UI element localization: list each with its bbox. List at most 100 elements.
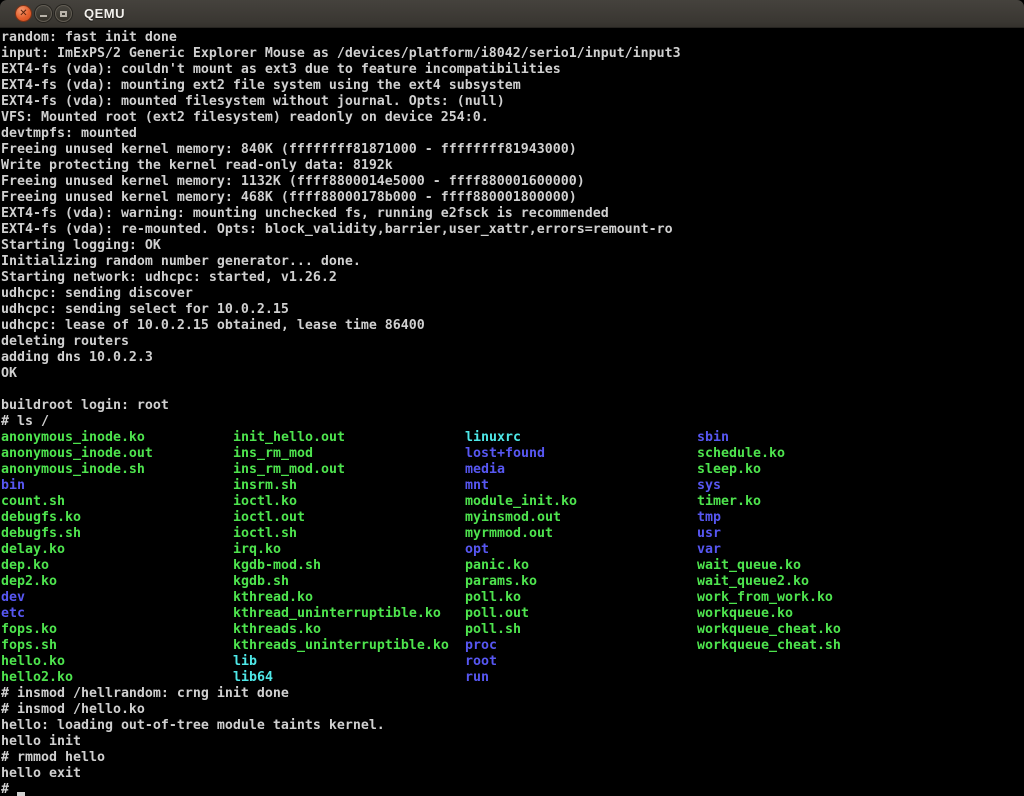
- minimize-button[interactable]: [35, 5, 52, 22]
- file-entry: insrm.sh: [233, 478, 465, 494]
- file-entry: poll.ko: [465, 590, 697, 606]
- terminal-line: EXT4-fs (vda): mounting ext2 file system…: [1, 78, 1024, 94]
- file-entry: poll.out: [465, 606, 697, 622]
- terminal-line: hello: loading out-of-tree module taints…: [1, 718, 1024, 734]
- terminal-line: VFS: Mounted root (ext2 filesystem) read…: [1, 110, 1024, 126]
- file-listing-row: anonymous_inode.shins_rm_mod.outmediasle…: [1, 462, 1024, 478]
- file-entry: kgdb.sh: [233, 574, 465, 590]
- file-listing-row: bininsrm.shmntsys: [1, 478, 1024, 494]
- file-entry: params.ko: [465, 574, 697, 590]
- file-entry: kgdb-mod.sh: [233, 558, 465, 574]
- file-entry: timer.ko: [697, 494, 929, 510]
- terminal-line: devtmpfs: mounted: [1, 126, 1024, 142]
- file-entry: ioctl.sh: [233, 526, 465, 542]
- file-entry: proc: [465, 638, 697, 654]
- close-button[interactable]: ✕: [15, 5, 32, 22]
- prompt-line: #: [1, 782, 1024, 796]
- terminal-cursor: [17, 792, 25, 796]
- file-entry: ioctl.out: [233, 510, 465, 526]
- terminal-line: OK: [1, 366, 1024, 382]
- file-entry: tmp: [697, 510, 929, 526]
- file-entry: init_hello.out: [233, 430, 465, 446]
- file-entry: workqueue.ko: [697, 606, 929, 622]
- file-listing-row: devkthread.kopoll.kowork_from_work.ko: [1, 590, 1024, 606]
- terminal-line: buildroot login: root: [1, 398, 1024, 414]
- file-listing-row: count.shioctl.komodule_init.kotimer.ko: [1, 494, 1024, 510]
- file-entry: wait_queue.ko: [697, 558, 929, 574]
- file-entry: panic.ko: [465, 558, 697, 574]
- maximize-button[interactable]: [55, 5, 72, 22]
- terminal-line: EXT4-fs (vda): mounted filesystem withou…: [1, 94, 1024, 110]
- file-entry: lost+found: [465, 446, 697, 462]
- file-entry: fops.ko: [1, 622, 233, 638]
- file-entry: dev: [1, 590, 233, 606]
- file-entry: linuxrc: [465, 430, 697, 446]
- terminal-line: adding dns 10.0.2.3: [1, 350, 1024, 366]
- file-listing-row: dep.kokgdb-mod.shpanic.kowait_queue.ko: [1, 558, 1024, 574]
- terminal-line: # insmod /hello.ko: [1, 702, 1024, 718]
- file-entry: kthread_uninterruptible.ko: [233, 606, 465, 622]
- terminal-line: Freeing unused kernel memory: 840K (ffff…: [1, 142, 1024, 158]
- file-entry: opt: [465, 542, 697, 558]
- terminal-line: udhcpc: lease of 10.0.2.15 obtained, lea…: [1, 318, 1024, 334]
- file-listing-row: anonymous_inode.koinit_hello.outlinuxrcs…: [1, 430, 1024, 446]
- file-listing-row: etckthread_uninterruptible.kopoll.outwor…: [1, 606, 1024, 622]
- file-entry: wait_queue2.ko: [697, 574, 929, 590]
- shell-output: # insmod /hellrandom: crng init done# in…: [1, 686, 1024, 782]
- terminal-line: [1, 382, 1024, 398]
- terminal-line: udhcpc: sending select for 10.0.2.15: [1, 302, 1024, 318]
- file-entry: count.sh: [1, 494, 233, 510]
- file-entry: dep.ko: [1, 558, 233, 574]
- file-entry: workqueue_cheat.sh: [697, 638, 929, 654]
- file-entry: lib64: [233, 670, 465, 686]
- titlebar: ✕ QEMU: [0, 0, 1024, 28]
- shell-prompt: #: [1, 782, 17, 796]
- terminal-line: input: ImExPS/2 Generic Explorer Mouse a…: [1, 46, 1024, 62]
- file-entry: kthreads_uninterruptible.ko: [233, 638, 465, 654]
- file-entry: dep2.ko: [1, 574, 233, 590]
- file-entry: var: [697, 542, 929, 558]
- file-entry: kthreads.ko: [233, 622, 465, 638]
- file-entry: etc: [1, 606, 233, 622]
- file-entry: myinsmod.out: [465, 510, 697, 526]
- file-entry: debugfs.ko: [1, 510, 233, 526]
- minimize-icon: [40, 15, 47, 17]
- file-entry: media: [465, 462, 697, 478]
- file-listing: anonymous_inode.koinit_hello.outlinuxrcs…: [1, 430, 1024, 686]
- file-entry: root: [465, 654, 697, 670]
- file-entry: hello2.ko: [1, 670, 233, 686]
- file-listing-row: fops.shkthreads_uninterruptible.koprocwo…: [1, 638, 1024, 654]
- window-title: QEMU: [84, 6, 125, 21]
- file-entry: kthread.ko: [233, 590, 465, 606]
- file-listing-row: delay.koirq.kooptvar: [1, 542, 1024, 558]
- maximize-icon: [60, 11, 67, 17]
- terminal-line: # insmod /hellrandom: crng init done: [1, 686, 1024, 702]
- file-listing-row: dep2.kokgdb.shparams.kowait_queue2.ko: [1, 574, 1024, 590]
- file-entry: ins_rm_mod: [233, 446, 465, 462]
- file-entry: hello.ko: [1, 654, 233, 670]
- file-entry: ins_rm_mod.out: [233, 462, 465, 478]
- terminal-line: Freeing unused kernel memory: 1132K (fff…: [1, 174, 1024, 190]
- file-entry: module_init.ko: [465, 494, 697, 510]
- file-entry: anonymous_inode.out: [1, 446, 233, 462]
- file-entry: myrmmod.out: [465, 526, 697, 542]
- terminal-line: Starting logging: OK: [1, 238, 1024, 254]
- qemu-window: ✕ QEMU random: fast init doneinput: ImEx…: [0, 0, 1024, 796]
- file-entry: sbin: [697, 430, 929, 446]
- terminal-line: hello exit: [1, 766, 1024, 782]
- file-entry: lib: [233, 654, 465, 670]
- file-listing-row: debugfs.koioctl.outmyinsmod.outtmp: [1, 510, 1024, 526]
- file-entry: ioctl.ko: [233, 494, 465, 510]
- terminal-line: Write protecting the kernel read-only da…: [1, 158, 1024, 174]
- file-entry: anonymous_inode.ko: [1, 430, 233, 446]
- terminal-line: # rmmod hello: [1, 750, 1024, 766]
- terminal-line: EXT4-fs (vda): re-mounted. Opts: block_v…: [1, 222, 1024, 238]
- terminal-line: EXT4-fs (vda): warning: mounting uncheck…: [1, 206, 1024, 222]
- boot-log: random: fast init doneinput: ImExPS/2 Ge…: [1, 30, 1024, 430]
- file-entry: usr: [697, 526, 929, 542]
- file-entry: debugfs.sh: [1, 526, 233, 542]
- file-entry: irq.ko: [233, 542, 465, 558]
- file-listing-row: fops.kokthreads.kopoll.shworkqueue_cheat…: [1, 622, 1024, 638]
- terminal-screen[interactable]: random: fast init doneinput: ImExPS/2 Ge…: [0, 28, 1024, 796]
- file-entry: schedule.ko: [697, 446, 929, 462]
